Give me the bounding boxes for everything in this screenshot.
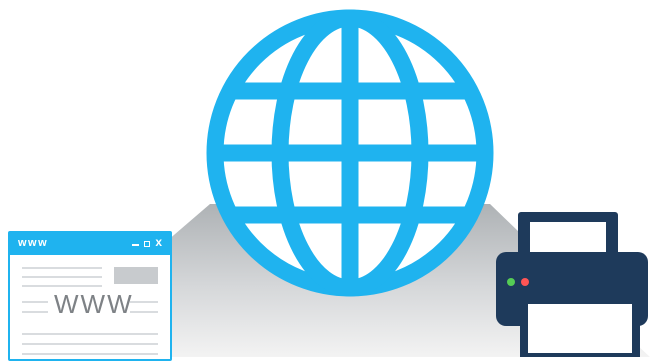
printer-icon — [496, 212, 648, 357]
illustration: www x WWW — [0, 0, 650, 361]
